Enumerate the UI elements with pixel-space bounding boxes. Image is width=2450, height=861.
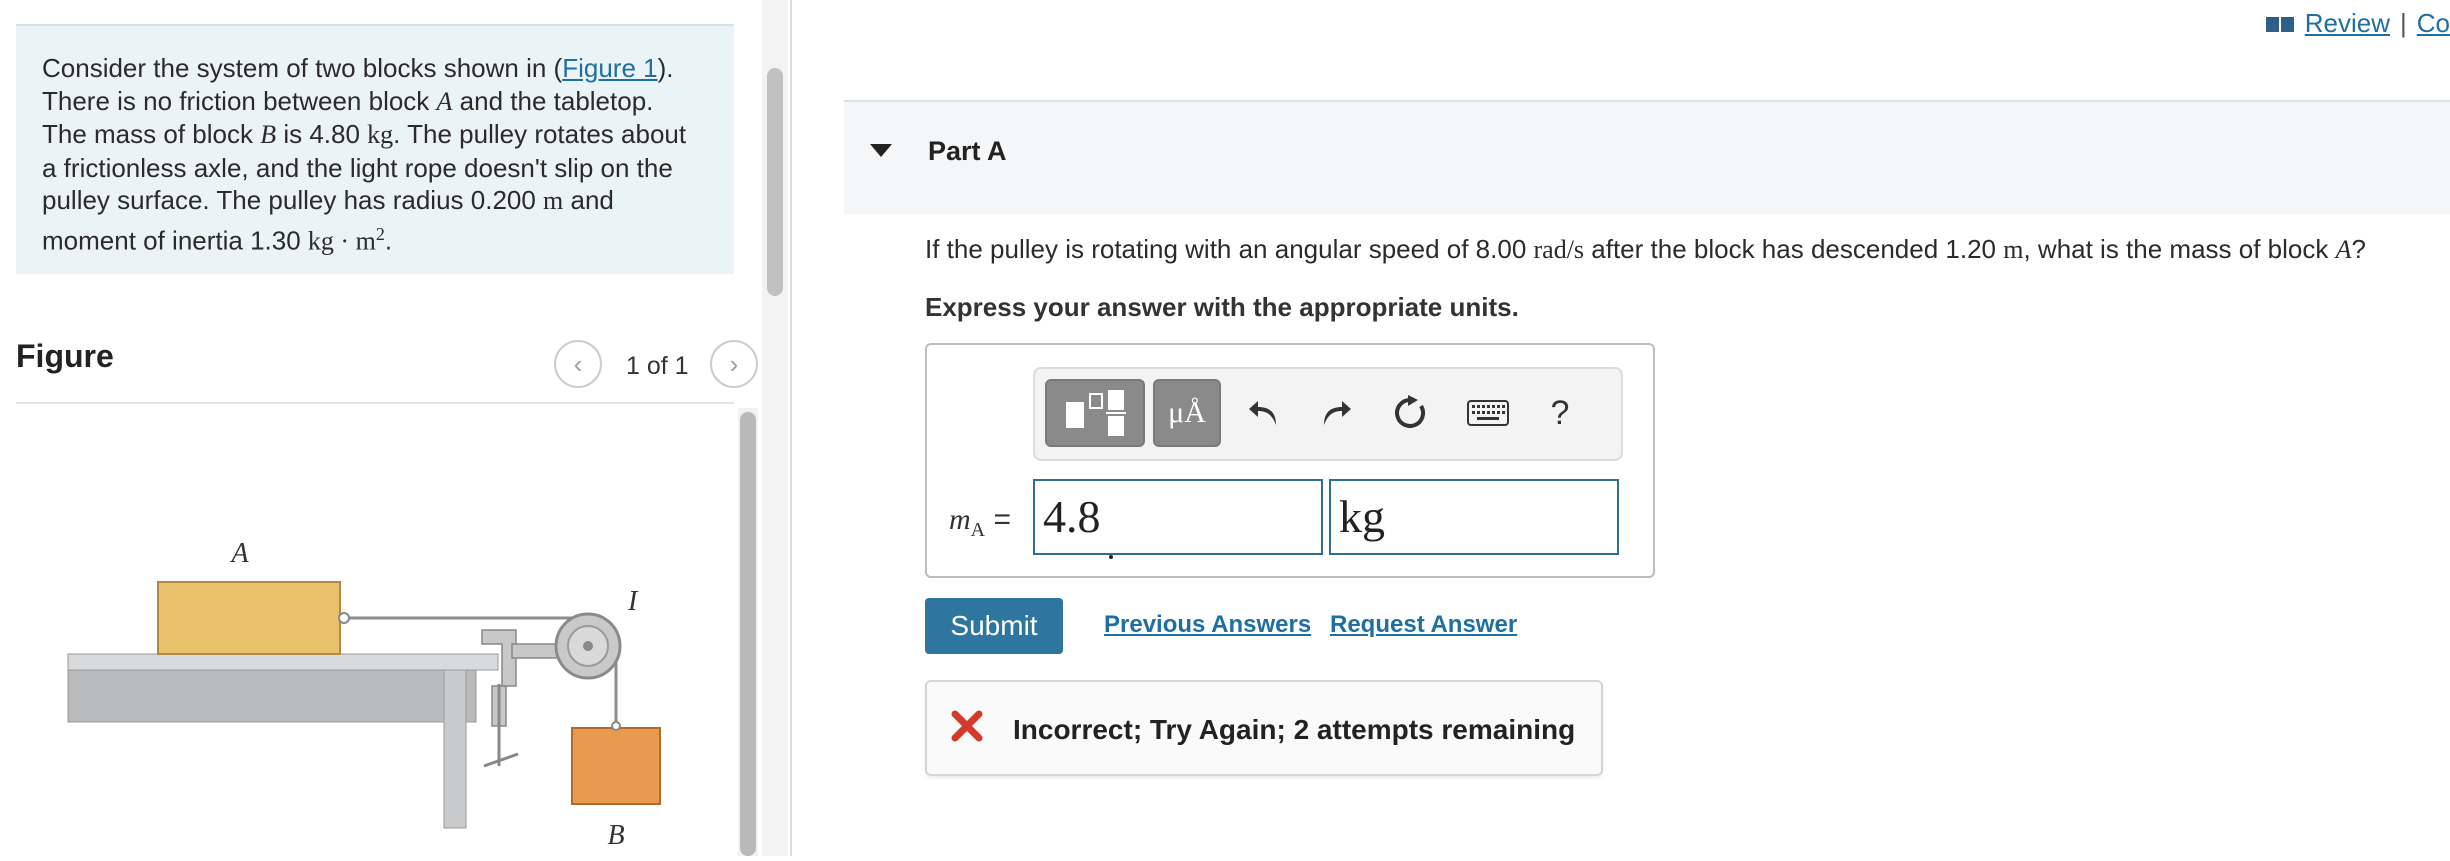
top-links: Review | Co [2265,8,2450,39]
keyboard-icon [1467,400,1509,426]
units-button[interactable]: μÅ [1153,379,1221,447]
question-part: ? [2351,234,2366,264]
problem-text: moment of inertia 1.30 [42,225,308,256]
caret-down-icon[interactable] [870,144,892,157]
figure-prev-button[interactable]: ‹ [554,340,602,388]
question-part: , what is the mass of block [2023,234,2336,264]
separator: | [2399,8,2407,38]
problem-text: Consider the system of two blocks shown … [42,53,563,83]
answer-label: mA = [949,503,1011,542]
clamp-handle [483,752,519,768]
undo-icon [1249,401,1276,425]
instruction-text: Express your answer with the appropriate… [925,292,1519,322]
figure-image: A I B [16,404,734,856]
problem-line-2: There is no friction between block A and… [42,85,708,119]
blocks-pulley-diagram: A I B [67,538,661,851]
templates-button[interactable] [1045,379,1145,447]
help-button[interactable]: ? [1535,379,1585,447]
variable-m: m [949,503,971,536]
problem-line-4: a frictionless axle, and the light rope … [42,152,673,183]
unit-m: m [543,186,564,215]
figure-link[interactable]: Figure 1 [562,53,657,83]
problem-text: pulley surface. The pulley has radius 0.… [42,185,544,215]
question-part: after the block has descended 1.20 [1584,234,2004,264]
question-text: If the pulley is rotating with an angula… [925,234,2366,265]
part-header[interactable]: Part A [844,100,2450,214]
feedback-box: Incorrect; Try Again; 2 attempts remaini… [925,680,1603,776]
previous-answers-link[interactable]: Previous Answers [1104,611,1311,639]
label-i: I [627,586,639,617]
block-a-symbol: A [2335,235,2352,264]
unit-kg-m2: kg · m [307,226,376,256]
unit-m: m [2003,235,2024,264]
left-pane-scrollbar-thumb[interactable] [767,68,783,296]
block-a-symbol: A [436,86,453,116]
review-link[interactable]: Review [2305,8,2390,39]
request-answer-link[interactable]: Request Answer [1330,611,1517,639]
redo-icon [1324,401,1351,425]
problem-text: . [384,225,393,256]
book-icon [2265,16,2294,32]
problem-text: . The pulley rotates about [393,119,687,149]
tabletop [67,653,499,671]
block-a [157,581,341,655]
problem-line-5: pulley surface. The pulley has radius 0.… [42,184,708,218]
fraction-template-icon [1066,390,1126,436]
problem-text: There is no friction between block [42,85,437,116]
reset-button[interactable] [1385,379,1435,447]
unit-rad-per-s: rad/s [1533,235,1585,264]
undo-button[interactable] [1239,379,1289,447]
block-b-symbol: B [260,120,277,149]
problem-text: ). [657,53,674,83]
unit-input[interactable]: kg [1329,479,1619,555]
unit-kg: kg [367,120,394,149]
redo-button[interactable] [1311,379,1361,447]
answer-box: μÅ ? mA = 4.8 kg [925,343,1655,578]
rope-hook-b [611,721,621,731]
cursor-marker [1109,555,1113,559]
figure-next-button[interactable]: › [710,340,758,388]
constants-link[interactable]: Co [2417,8,2450,39]
value-input[interactable]: 4.8 [1033,479,1323,555]
keyboard-button[interactable] [1459,379,1517,447]
subscript-a: A [970,519,986,541]
rope-hook [338,612,350,624]
question-part: If the pulley is rotating with an angula… [925,234,1534,264]
problem-text: The mass of block [42,119,261,149]
math-toolbar: μÅ ? [1033,367,1623,461]
figure-heading: Figure [16,338,114,374]
problem-statement: Consider the system of two blocks shown … [16,24,734,274]
problem-text: is 4.80 [276,119,368,149]
label-b: B [607,820,624,851]
incorrect-x-icon [951,710,983,742]
problem-text: and the tabletop. [452,85,654,116]
figure-scrollbar-thumb[interactable] [740,412,756,856]
chevron-right-icon: › [729,348,739,379]
part-title: Part A [928,136,1007,166]
figure-counter: 1 of 1 [626,352,689,380]
table-side [67,669,477,723]
chevron-left-icon: ‹ [573,348,583,379]
label-a: A [229,538,249,569]
submit-button[interactable]: Submit [925,598,1063,654]
block-b [571,727,661,805]
pulley-axle [583,641,593,651]
pane-divider[interactable] [790,0,792,856]
problem-line-6: moment of inertia 1.30 kg · m2. [42,218,708,258]
problem-line-1: Consider the system of two blocks shown … [42,52,708,85]
reset-icon [1395,395,1425,428]
table-leg [443,669,467,829]
problem-line-3: The mass of block B is 4.80 kg. The pull… [42,118,708,152]
equals-sign: = [985,503,1011,536]
left-pane: Consider the system of two blocks shown … [0,0,790,856]
problem-text: and [563,185,614,215]
feedback-text: Incorrect; Try Again; 2 attempts remaini… [1013,714,1576,745]
exponent: 2 [375,223,385,244]
